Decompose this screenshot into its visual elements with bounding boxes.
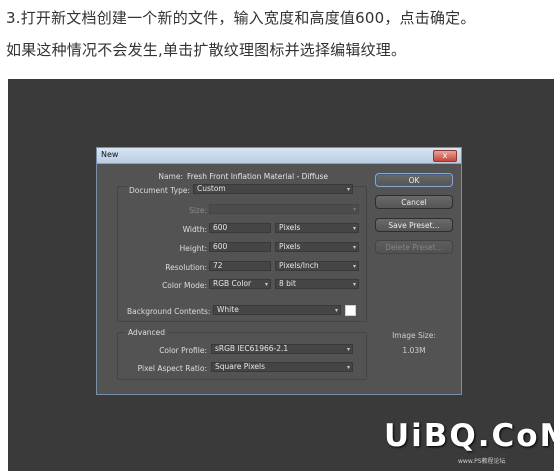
dialog-title: New <box>101 150 119 159</box>
height-input[interactable]: 600 <box>209 242 271 252</box>
chevron-down-icon: ▾ <box>352 281 356 288</box>
name-label: Name: <box>158 172 183 181</box>
bit-depth-select[interactable]: 8 bit ▾ <box>275 279 359 289</box>
site-watermark: UiBQ.CoM www.PS教程论坛 <box>384 418 554 466</box>
chevron-down-icon: ▾ <box>264 281 268 288</box>
chevron-down-icon: ▾ <box>352 263 356 270</box>
name-field[interactable]: Fresh Front Inflation Material - Diffuse <box>187 172 328 181</box>
width-unit-select[interactable]: Pixels ▾ <box>275 223 359 233</box>
width-input[interactable]: 600 <box>209 223 271 233</box>
watermark-logo-text: UiBQ.CoM <box>384 418 554 454</box>
resolution-label: Resolution: <box>165 263 207 272</box>
color-mode-select[interactable]: RGB Color ▾ <box>209 279 271 289</box>
delete-preset-button: Delete Preset... <box>375 240 453 254</box>
image-size-label: Image Size: <box>392 331 436 340</box>
ok-button[interactable]: OK <box>375 173 453 187</box>
chevron-down-icon: ▾ <box>352 206 356 213</box>
chevron-down-icon: ▾ <box>346 364 350 371</box>
size-select: ▾ <box>209 204 359 214</box>
new-document-dialog: New x Name: Fresh Front Inflation Materi… <box>96 147 462 395</box>
image-size-value: 1.03M <box>402 346 426 355</box>
height-label: Height: <box>179 244 207 253</box>
chevron-down-icon: ▾ <box>352 225 356 232</box>
resolution-unit-value: Pixels/Inch <box>279 261 319 270</box>
document-type-select[interactable]: Custom ▾ <box>193 184 353 194</box>
color-mode-value: RGB Color <box>213 279 252 288</box>
dialog-titlebar[interactable]: New x <box>97 148 461 164</box>
resolution-input[interactable]: 72 <box>209 261 271 271</box>
chevron-down-icon: ▾ <box>352 244 356 251</box>
pixel-aspect-label: Pixel Aspect Ratio: <box>137 364 207 373</box>
chevron-down-icon: ▾ <box>346 346 350 353</box>
document-type-value: Custom <box>197 184 226 193</box>
bit-depth-value: 8 bit <box>279 279 296 288</box>
height-unit-select[interactable]: Pixels ▾ <box>275 242 359 252</box>
instruction-line-2: 如果这种情况不会发生,单击扩散纹理图标并选择编辑纹理。 <box>6 41 407 59</box>
close-icon[interactable]: x <box>433 150 457 162</box>
pixel-aspect-value: Square Pixels <box>215 362 266 371</box>
chevron-down-icon: ▾ <box>334 307 338 314</box>
color-profile-value: sRGB IEC61966-2.1 <box>215 344 289 353</box>
width-unit-value: Pixels <box>279 223 301 232</box>
pixel-aspect-select[interactable]: Square Pixels ▾ <box>211 362 353 372</box>
background-contents-value: White <box>217 305 239 314</box>
cancel-button[interactable]: Cancel <box>375 195 453 209</box>
save-preset-button[interactable]: Save Preset... <box>375 218 453 232</box>
color-profile-select[interactable]: sRGB IEC61966-2.1 ▾ <box>211 344 353 354</box>
chevron-down-icon: ▾ <box>346 186 350 193</box>
background-contents-select[interactable]: White ▾ <box>213 305 341 315</box>
height-unit-value: Pixels <box>279 242 301 251</box>
resolution-unit-select[interactable]: Pixels/Inch ▾ <box>275 261 359 271</box>
advanced-toggle[interactable]: Advanced <box>125 328 169 337</box>
document-type-label: Document Type: <box>127 186 192 195</box>
background-color-swatch[interactable] <box>345 305 356 316</box>
color-profile-label: Color Profile: <box>159 346 207 355</box>
background-contents-label: Background Contents: <box>127 307 211 316</box>
instruction-line-1: 3.打开新文档创建一个新的文件，输入宽度和高度值600，点击确定。 <box>6 9 476 27</box>
size-label: Size: <box>189 206 207 215</box>
watermark-subtext: www.PS教程论坛 <box>458 458 506 465</box>
width-label: Width: <box>182 225 207 234</box>
color-mode-label: Color Mode: <box>162 281 207 290</box>
